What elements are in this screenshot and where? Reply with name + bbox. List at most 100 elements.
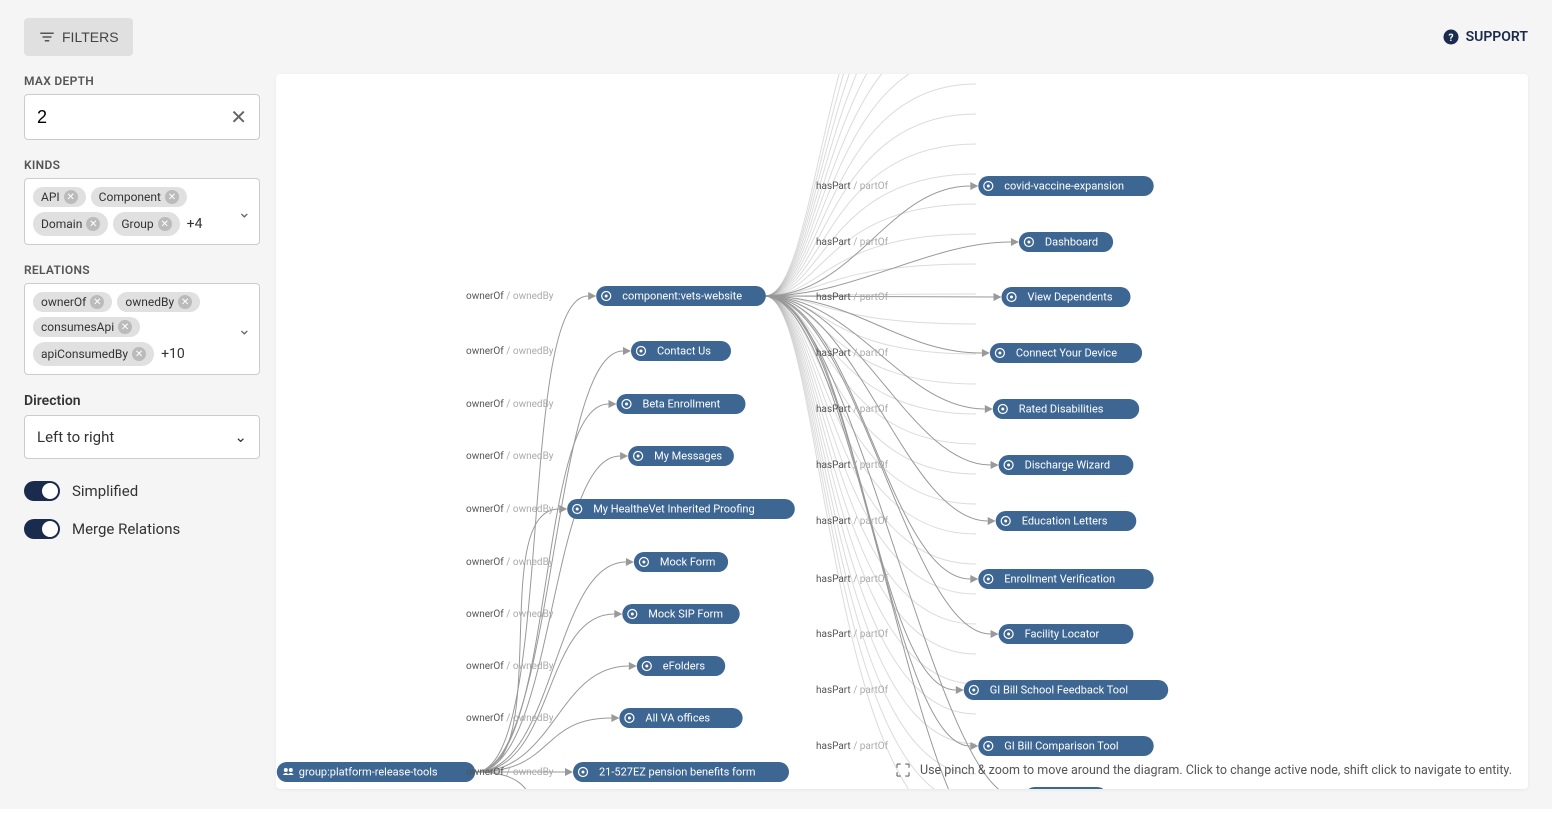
graph-node[interactable]: GI Bill School Feedback Tool [964, 680, 1168, 700]
svg-text:hasPart / partOf: hasPart / partOf [816, 515, 889, 527]
svg-text:My Messages: My Messages [654, 450, 722, 463]
kinds-field[interactable]: API✕ Component✕ Domain✕ Group✕ +4 ⌄ [24, 178, 260, 245]
relations-label: RELATIONS [24, 263, 260, 277]
graph-node[interactable]: View Dependents [1002, 287, 1131, 307]
graph-root-node[interactable]: group:platform-release-tools [277, 762, 475, 782]
simplified-label: Simplified [72, 482, 138, 500]
expand-icon [894, 761, 912, 779]
svg-text:ownerOf / ownedBy: ownerOf / ownedBy [466, 345, 554, 357]
chevron-down-icon[interactable]: ⌄ [238, 202, 251, 221]
graph-node[interactable]: GI Bill Comparison Tool [978, 736, 1153, 756]
svg-text:group:platform-release-tools: group:platform-release-tools [299, 766, 438, 779]
svg-text:Dashboard: Dashboard [1045, 236, 1098, 249]
graph-node[interactable]: My Messages [628, 446, 734, 466]
remove-chip-icon[interactable]: ✕ [90, 295, 104, 309]
graph-node[interactable]: 21-527EZ pension benefits form [573, 762, 789, 782]
kinds-more: +4 [185, 212, 205, 236]
graph-node[interactable]: Contact Us [631, 341, 731, 361]
svg-text:GI Bill Comparison Tool: GI Bill Comparison Tool [1004, 740, 1118, 753]
graph-node[interactable]: Connect Your Device [990, 343, 1142, 363]
relation-chip[interactable]: ownedBy✕ [117, 292, 200, 312]
max-depth-input[interactable] [37, 107, 230, 128]
svg-text:ownerOf / ownedBy: ownerOf / ownedBy [466, 608, 554, 620]
direction-value: Left to right [37, 428, 114, 446]
relation-chip[interactable]: ownerOf✕ [33, 292, 112, 312]
support-link[interactable]: ? SUPPORT [1442, 28, 1528, 46]
svg-text:eFolders: eFolders [663, 660, 706, 673]
graph-node[interactable]: Mock Form [634, 552, 728, 572]
svg-text:hasPart / partOf: hasPart / partOf [816, 459, 889, 471]
svg-text:component:vets-website: component:vets-website [622, 290, 742, 303]
graph-node[interactable]: Beta Enrollment [617, 394, 746, 414]
merge-label: Merge Relations [72, 520, 180, 538]
remove-chip-icon[interactable]: ✕ [132, 347, 146, 361]
relations-field[interactable]: ownerOf✕ ownedBy✕ consumesApi✕ apiConsum… [24, 283, 260, 375]
graph-node[interactable]: All VA offices [619, 708, 742, 728]
svg-text:hasPart / partOf: hasPart / partOf [816, 573, 889, 585]
simplified-toggle[interactable] [24, 481, 60, 501]
clear-icon[interactable]: ✕ [230, 105, 247, 129]
remove-chip-icon[interactable]: ✕ [64, 190, 78, 204]
svg-text:?: ? [1448, 31, 1453, 44]
help-icon: ? [1442, 28, 1460, 46]
kind-chip[interactable]: Domain✕ [33, 212, 108, 236]
remove-chip-icon[interactable]: ✕ [178, 295, 192, 309]
kinds-label: KINDS [24, 158, 260, 172]
svg-text:hasPart / partOf: hasPart / partOf [816, 740, 889, 752]
graph-node[interactable]: Rated Disabilities [993, 399, 1139, 419]
support-label: SUPPORT [1466, 29, 1528, 45]
relation-chip[interactable]: consumesApi✕ [33, 317, 140, 337]
graph-node[interactable]: My HealtheVet Inherited Proofing [567, 499, 795, 519]
svg-text:ownerOf / ownedBy: ownerOf / ownedBy [466, 766, 554, 778]
graph-node[interactable]: covid-vaccine-expansion [978, 176, 1153, 196]
direction-select[interactable]: Left to right ⌄ [24, 415, 260, 459]
graph-node[interactable]: eFolders [637, 656, 725, 676]
svg-text:Rated Disabilities: Rated Disabilities [1019, 403, 1104, 416]
graph-node[interactable]: Education Letters [996, 511, 1137, 531]
graph-node[interactable]: Mock SIP Form [622, 604, 739, 624]
svg-text:ownerOf / ownedBy: ownerOf / ownedBy [466, 556, 554, 568]
svg-text:ownerOf / ownedBy: ownerOf / ownedBy [466, 398, 554, 410]
canvas-hint: Use pinch & zoom to move around the diag… [894, 761, 1512, 779]
graph-node[interactable]: Letters [1025, 787, 1108, 789]
svg-text:ownerOf / ownedBy: ownerOf / ownedBy [466, 712, 554, 724]
chevron-down-icon[interactable]: ⌄ [238, 320, 251, 339]
svg-text:covid-vaccine-expansion: covid-vaccine-expansion [1004, 180, 1124, 193]
svg-text:21-527EZ pension benefits form: 21-527EZ pension benefits form [599, 766, 756, 779]
remove-chip-icon[interactable]: ✕ [118, 320, 132, 334]
svg-text:Education Letters: Education Letters [1022, 515, 1108, 528]
sidebar: MAX DEPTH ✕ KINDS API✕ Component✕ Domain… [24, 74, 260, 789]
svg-text:hasPart / partOf: hasPart / partOf [816, 628, 889, 640]
kind-chip[interactable]: API✕ [33, 187, 86, 207]
filters-label: FILTERS [62, 29, 119, 45]
relation-chip[interactable]: apiConsumedBy✕ [33, 342, 154, 366]
svg-text:hasPart / partOf: hasPart / partOf [816, 403, 889, 415]
graph-node[interactable]: Enrollment Verification [978, 569, 1153, 589]
graph-canvas[interactable]: group:platform-release-tools component:ve… [276, 74, 1528, 789]
max-depth-field[interactable]: ✕ [24, 94, 260, 140]
filters-button[interactable]: FILTERS [24, 18, 133, 56]
svg-text:All VA offices: All VA offices [645, 712, 710, 725]
svg-text:GI Bill School Feedback Tool: GI Bill School Feedback Tool [990, 684, 1128, 697]
svg-text:Contact Us: Contact Us [657, 345, 711, 358]
graph-node[interactable]: Discharge Wizard [999, 455, 1134, 475]
direction-label: Direction [24, 393, 260, 409]
remove-chip-icon[interactable]: ✕ [158, 217, 172, 231]
graph-node[interactable]: Facility Locator [999, 624, 1134, 644]
svg-text:ownerOf / ownedBy: ownerOf / ownedBy [466, 290, 554, 302]
max-depth-label: MAX DEPTH [24, 74, 260, 88]
merge-relations-toggle[interactable] [24, 519, 60, 539]
relations-more: +10 [159, 342, 187, 366]
remove-chip-icon[interactable]: ✕ [165, 190, 179, 204]
svg-text:Facility Locator: Facility Locator [1025, 628, 1100, 641]
svg-text:View Dependents: View Dependents [1028, 291, 1113, 304]
kind-chip[interactable]: Group✕ [113, 212, 179, 236]
remove-chip-icon[interactable]: ✕ [86, 217, 100, 231]
svg-text:hasPart / partOf: hasPart / partOf [816, 684, 889, 696]
svg-text:Mock SIP Form: Mock SIP Form [648, 608, 723, 621]
graph-node[interactable]: Dashboard [1019, 232, 1113, 252]
graph-node[interactable]: component:vets-website [596, 286, 766, 306]
svg-text:ownerOf / ownedBy: ownerOf / ownedBy [466, 660, 554, 672]
svg-text:Enrollment Verification: Enrollment Verification [1004, 573, 1115, 586]
kind-chip[interactable]: Component✕ [91, 187, 187, 207]
